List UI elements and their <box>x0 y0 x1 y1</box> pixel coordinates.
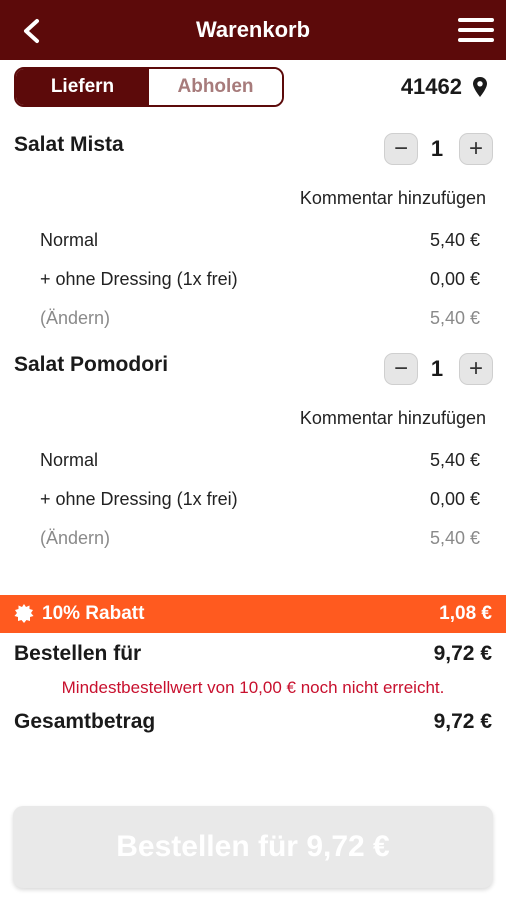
quantity-value: 1 <box>430 136 444 161</box>
delivery-mode-toggle: Liefern Abholen <box>14 67 284 107</box>
cart-item-name: Salat Pomodori <box>14 353 169 376</box>
page-title: Warenkorb <box>195 17 311 42</box>
item-option-row: Normal 5,40 € <box>40 447 480 473</box>
order-for-value: 9,72 € <box>433 642 492 665</box>
back-button[interactable] <box>14 14 48 48</box>
increase-quantity-button[interactable]: + <box>459 353 493 385</box>
option-price: 5,40 € <box>429 449 480 470</box>
chevron-left-icon <box>24 19 39 43</box>
postcode-value: 41462 <box>400 74 462 99</box>
discount-label: 10% Rabatt <box>42 603 145 624</box>
add-comment-link[interactable]: Kommentar hinzufügen <box>300 188 486 209</box>
top-bar: Warenkorb <box>0 0 506 60</box>
decrease-quantity-button[interactable]: − <box>384 133 418 165</box>
item-option-row: + ohne Dressing (1x frei) 0,00 € <box>40 486 480 512</box>
tab-pickup[interactable]: Abholen <box>149 69 282 105</box>
total-value: 9,72 € <box>433 710 492 733</box>
cart-item-name: Salat Mista <box>14 133 124 156</box>
quantity-value: 1 <box>430 356 444 381</box>
discount-bar: 10% Rabatt 1,08 € <box>0 595 506 633</box>
item-option-row: + ohne Dressing (1x frei) 0,00 € <box>40 266 480 292</box>
option-price: 5,40 € <box>429 229 480 250</box>
hamburger-icon-line <box>458 38 494 42</box>
order-for-row: Bestellen für 9,72 € <box>14 642 492 666</box>
option-price: 0,00 € <box>429 268 480 289</box>
minimum-order-warning: Mindestbestellwert von 10,00 € noch nich… <box>61 678 445 697</box>
change-option-link[interactable]: (Ändern) <box>40 308 110 329</box>
discount-amount: 1,08 € <box>439 603 492 624</box>
change-option-link[interactable]: (Ändern) <box>40 528 110 549</box>
item-option-row: Normal 5,40 € <box>40 227 480 253</box>
change-option-row[interactable]: (Ändern) 5,40 € <box>40 305 480 331</box>
decrease-quantity-button[interactable]: − <box>384 353 418 385</box>
option-label: Normal <box>40 449 99 470</box>
option-label: + ohne Dressing (1x frei) <box>40 268 238 289</box>
option-price: 5,40 € <box>429 527 480 548</box>
tab-deliver[interactable]: Liefern <box>16 69 149 105</box>
place-order-button[interactable]: Bestellen für 9,72 € <box>13 806 493 888</box>
add-comment-link[interactable]: Kommentar hinzufügen <box>300 408 486 429</box>
hamburger-icon-line <box>458 18 494 22</box>
option-price: 5,40 € <box>429 307 480 328</box>
discount-label-group: 10% Rabatt <box>14 603 144 625</box>
option-label: + ohne Dressing (1x frei) <box>40 488 238 509</box>
change-option-row[interactable]: (Ändern) 5,40 € <box>40 525 480 551</box>
order-for-label: Bestellen für <box>14 642 142 665</box>
map-pin-icon <box>473 77 487 97</box>
postcode-selector[interactable]: 41462 <box>401 72 488 102</box>
discount-badge-icon <box>14 604 34 623</box>
increase-quantity-button[interactable]: + <box>459 133 493 165</box>
option-label: Normal <box>40 229 99 250</box>
total-label: Gesamtbetrag <box>14 710 156 733</box>
menu-button[interactable] <box>456 14 496 46</box>
hamburger-icon-line <box>458 28 494 32</box>
total-row: Gesamtbetrag 9,72 € <box>14 710 492 734</box>
option-price: 0,00 € <box>429 488 480 509</box>
